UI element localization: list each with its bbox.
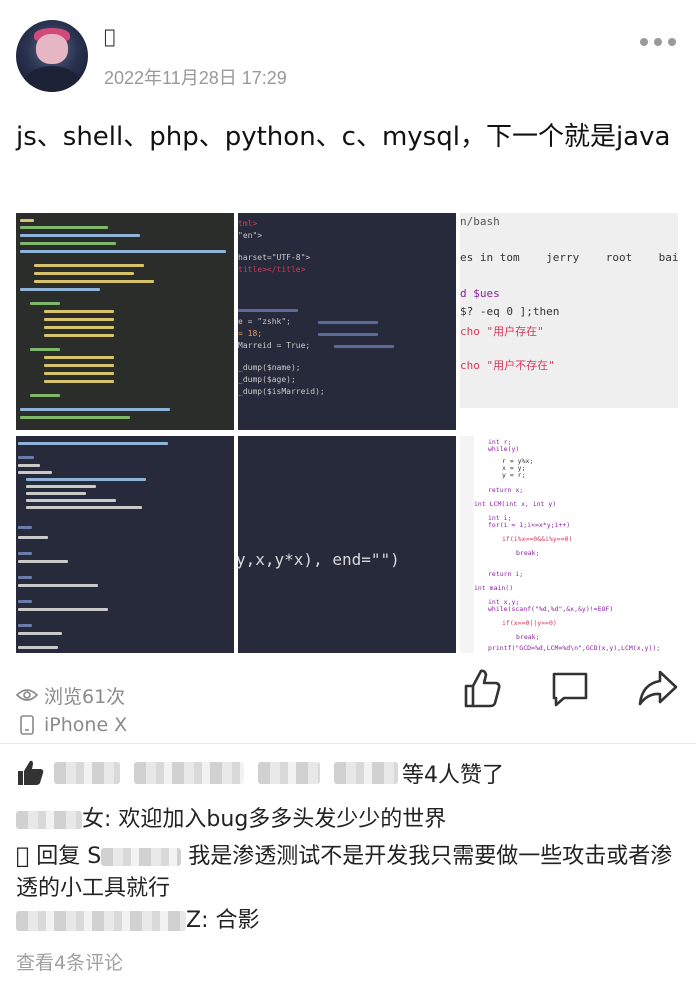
comment-text: 合影 xyxy=(215,908,260,933)
code-line: _dump($age); xyxy=(238,375,296,384)
more-icon[interactable] xyxy=(640,38,676,48)
post-image-2[interactable]: tml> "en"> harset="UTF-8"> title></title… xyxy=(238,213,456,430)
comment-item[interactable]: Z: 合影 xyxy=(16,905,260,937)
code-line: return x; xyxy=(488,486,524,494)
code-line: int LCM(int x, int y) xyxy=(474,500,557,508)
code-line: tml> xyxy=(238,219,258,228)
code-line: int main() xyxy=(474,584,514,592)
code-line: if(i%x==0&&i%y==0) xyxy=(502,535,573,543)
liker-name-blurred[interactable] xyxy=(54,762,120,784)
code-line: d $ues xyxy=(460,287,500,300)
device-name: iPhone X xyxy=(44,714,128,736)
code-line: Marreid = True; xyxy=(238,341,311,350)
code-line: break; xyxy=(516,633,540,641)
code-line: y = r; xyxy=(502,471,526,479)
liker-name-blurred[interactable] xyxy=(258,762,320,784)
code-line: if(x==0||y==0) xyxy=(502,619,557,627)
likes-summary: 等4人赞了 xyxy=(402,763,504,788)
code-line: while(scanf("%d,%d",&x,&y)!=EOF) xyxy=(488,605,614,613)
views-count: 浏览61次 xyxy=(44,685,126,708)
code-line: e = "zshk"; xyxy=(238,317,291,326)
comment-text: 欢迎加入bug多多头发少少的世界 xyxy=(118,807,447,832)
share-icon[interactable] xyxy=(636,666,680,710)
divider xyxy=(0,743,696,744)
code-line: cho "用户存在" xyxy=(460,325,544,338)
views-row: 浏览61次 xyxy=(16,680,127,710)
reply-target[interactable]: S xyxy=(87,844,101,869)
code-line: cho "用户不存在" xyxy=(460,359,555,372)
code-line: printf("GCD=%d,LCM=%d\n",GCD(x,y),LCM(x,… xyxy=(488,644,661,652)
reply-label: 回复 xyxy=(36,844,81,869)
image-grid: tml> "en"> harset="UTF-8"> title></title… xyxy=(16,213,680,653)
code-line: break; xyxy=(516,549,540,557)
code-line: "en"> xyxy=(238,231,263,240)
comment-author[interactable]: 女: xyxy=(82,807,111,832)
post-image-3[interactable]: n/bash es in tom jerry root baidu d $ues… xyxy=(460,213,678,430)
avatar-face xyxy=(36,34,68,64)
code-line: while(y) xyxy=(488,445,520,453)
post-image-5[interactable]: y,x,y*x), end="") xyxy=(238,436,456,653)
code-line: n/bash xyxy=(460,215,500,228)
post-image-4[interactable] xyxy=(16,436,234,653)
code-line: = 18; xyxy=(238,329,263,338)
code-line: title></title> xyxy=(238,265,306,274)
post-image-6[interactable]: int r; while(y) r = y%x; x = y; y = r; r… xyxy=(460,436,678,653)
comment-author-blurred[interactable] xyxy=(16,811,82,829)
eye-icon xyxy=(16,689,38,701)
code-line: return i; xyxy=(488,570,524,578)
post-text: js、shell、php、python、c、mysql，下一个就是java xyxy=(16,122,671,152)
code-line: _dump($isMarreid); xyxy=(238,387,325,396)
comment-icon[interactable] xyxy=(548,666,592,710)
code-line: $? -eq 0 ];then xyxy=(460,305,560,318)
code-line: for(i = 1;i<=x*y;i++) xyxy=(488,521,571,529)
comment-author-blurred[interactable] xyxy=(16,911,186,931)
view-all-comments-link[interactable]: 查看4条评论 xyxy=(16,948,123,975)
comment-author[interactable]: Z: xyxy=(186,908,208,933)
likes-row: 等4人赞了 xyxy=(16,756,504,790)
comment-item[interactable]: 女: 欢迎加入bug多多头发少少的世界 xyxy=(16,804,446,836)
reply-target-blurred[interactable] xyxy=(101,848,182,866)
username[interactable]: 􏰀 xyxy=(104,26,115,48)
code-line: harset="UTF-8"> xyxy=(238,253,311,262)
comment-item[interactable]: 􏰀 回复 S 我是渗透测试不是开发我只需要做一些攻击或者渗透的小工具就行 xyxy=(16,841,680,905)
phone-icon xyxy=(20,715,34,735)
comment-author[interactable]: 􏰀 xyxy=(16,844,29,869)
like-filled-icon xyxy=(18,760,44,785)
post-stats: 浏览61次 iPhone X xyxy=(16,680,127,740)
user-avatar[interactable] xyxy=(16,20,88,92)
thumbs-up-icon[interactable] xyxy=(460,666,504,710)
liker-name-blurred[interactable] xyxy=(134,762,244,784)
avatar-body xyxy=(22,66,82,92)
code-line: _dump($name); xyxy=(238,363,301,372)
device-row: iPhone X xyxy=(16,710,127,740)
code-line: es in tom jerry root baidu xyxy=(460,251,678,264)
post-image-1[interactable] xyxy=(16,213,234,430)
post-timestamp: 2022年11月28日 17:29 xyxy=(104,68,287,88)
code-line: y,x,y*x), end="") xyxy=(238,550,400,569)
liker-name-blurred[interactable] xyxy=(334,762,398,784)
